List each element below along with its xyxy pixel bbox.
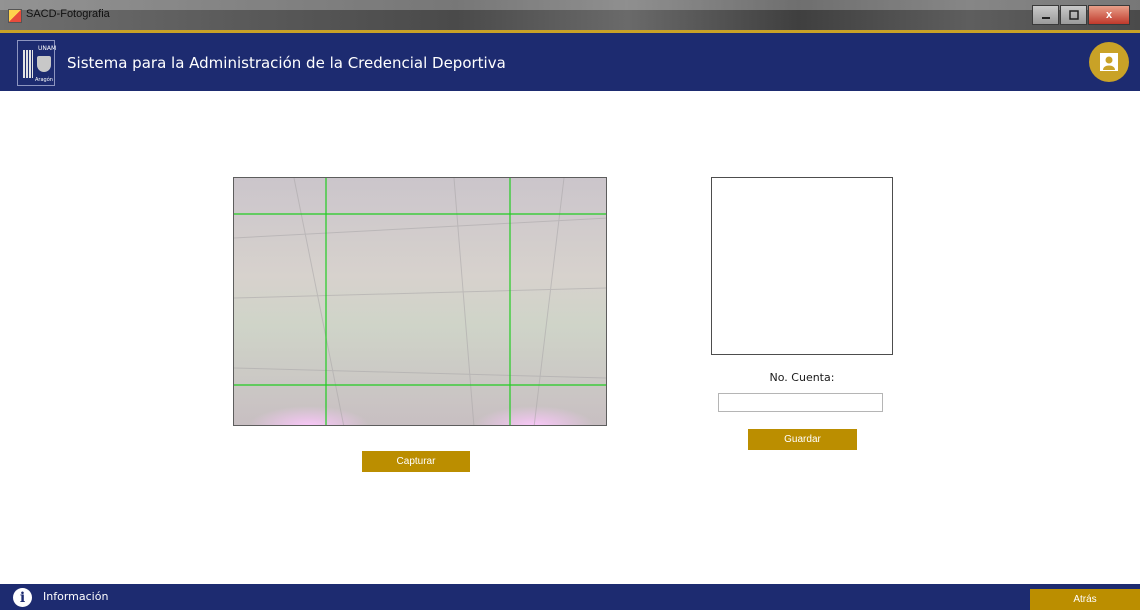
window-titlebar[interactable]: SACD-Fotografia x — [0, 0, 1140, 30]
app-icon — [8, 9, 22, 23]
minimize-button[interactable] — [1032, 5, 1059, 25]
info-icon[interactable]: i — [13, 588, 32, 607]
back-button[interactable]: Atrás — [1030, 589, 1140, 610]
info-link[interactable]: Información — [43, 590, 108, 603]
user-profile-button[interactable] — [1089, 42, 1129, 82]
account-number-label: No. Cuenta: — [769, 371, 835, 384]
close-button[interactable]: x — [1088, 5, 1130, 25]
maximize-icon — [1068, 10, 1079, 20]
unam-logo: UNAM Aragón — [17, 40, 57, 86]
save-button[interactable]: Guardar — [748, 429, 857, 450]
capture-button[interactable]: Capturar — [362, 451, 470, 472]
minimize-icon — [1041, 17, 1050, 19]
page-title: Sistema para la Administración de la Cre… — [67, 54, 506, 72]
logo-tower-icon — [23, 50, 33, 78]
app-footer: i Información Atrás — [0, 584, 1140, 610]
window-controls: x — [1031, 5, 1130, 25]
maximize-button[interactable] — [1060, 5, 1087, 25]
titlebar-shine — [0, 0, 1140, 10]
portrait-icon — [1100, 53, 1118, 71]
camera-grid-overlay — [234, 178, 606, 425]
captured-photo-box — [711, 177, 893, 355]
logo-shield-icon — [37, 56, 51, 72]
app-header: UNAM Aragón Sistema para la Administraci… — [0, 33, 1140, 91]
logo-text-bottom: Aragón — [35, 77, 53, 83]
window-title: SACD-Fotografia — [26, 8, 110, 20]
close-icon: x — [1105, 9, 1113, 21]
account-number-input[interactable] — [718, 393, 883, 412]
camera-preview — [233, 177, 607, 426]
logo-text-top: UNAM — [38, 45, 57, 52]
